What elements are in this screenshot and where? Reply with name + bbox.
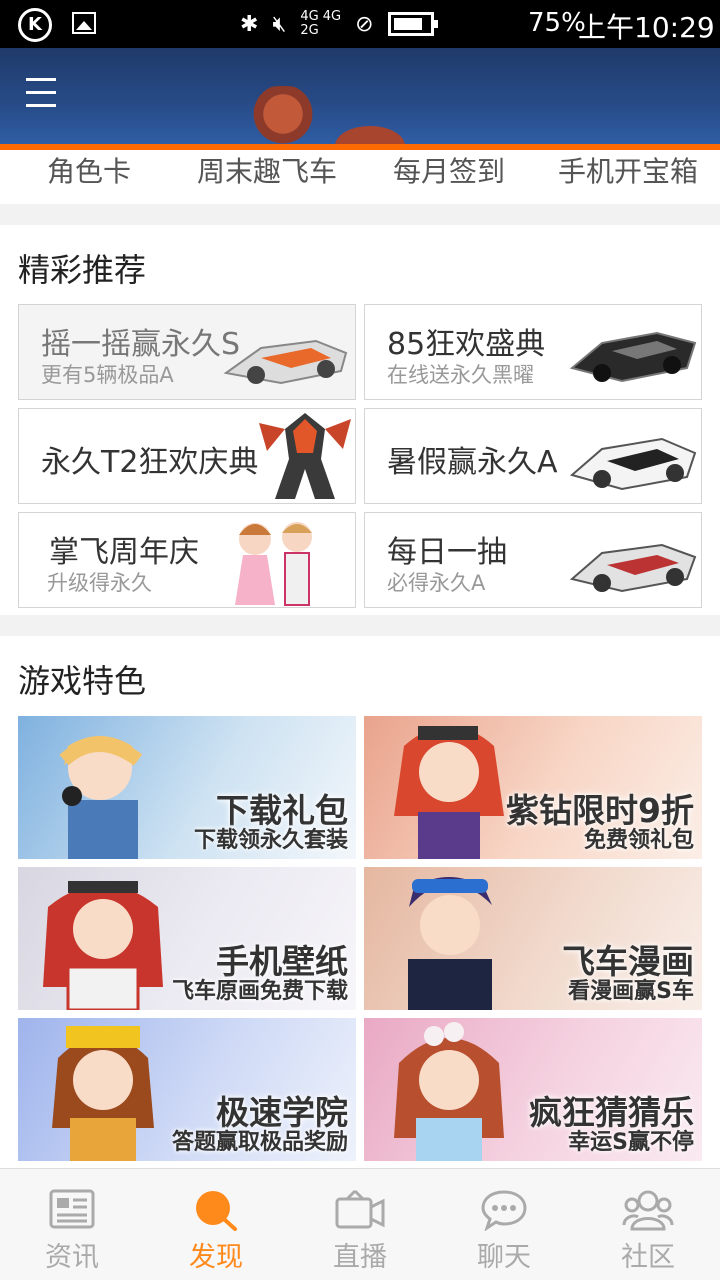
recommend-card[interactable]: 每日一抽 必得永久A	[364, 512, 702, 608]
banner-character-art-2	[335, 126, 405, 146]
mute-icon: 🔇︎	[272, 11, 287, 37]
tab-discover[interactable]: 发现	[144, 1169, 288, 1280]
tab-live[interactable]: 直播	[288, 1169, 432, 1280]
feature-card-subtitle: 飞车原画免费下载	[171, 979, 348, 1004]
battery-icon	[387, 12, 438, 36]
feature-character-art	[43, 881, 163, 1010]
quick-tabs: 角色卡 周末趣飞车 每月签到 手机开宝箱	[0, 150, 720, 204]
chat-bubble-icon	[481, 1190, 527, 1231]
recommend-card-subtitle: 必得永久A	[387, 571, 486, 595]
recommend-card[interactable]: 掌飞周年庆 升级得永久	[18, 512, 356, 608]
tab-label: 资讯	[45, 1242, 99, 1273]
live-video-icon	[335, 1189, 385, 1229]
clock: 上午10:29	[578, 11, 715, 44]
quick-tab-role-card[interactable]: 角色卡	[47, 150, 131, 190]
recommend-title: 精彩推荐	[18, 251, 147, 289]
quick-tab-weekend[interactable]: 周末趣飞车	[197, 150, 337, 190]
recommend-card-subtitle: 升级得永久	[47, 571, 152, 595]
image-notification-icon	[72, 12, 96, 34]
recommend-card-title: 暑假赢永久A	[387, 445, 558, 480]
feature-card[interactable]: 疯狂猜猜乐 幸运S赢不停	[364, 1018, 702, 1161]
features-section: 游戏特色 下载礼包 下载领永久套装 紫钻限时9折 免费领礼包 手机壁纸 飞车原画…	[0, 636, 720, 1168]
race-car-orange-icon	[223, 339, 348, 385]
mecha-robot-icon	[259, 413, 351, 499]
quick-tab-treasure[interactable]: 手机开宝箱	[558, 150, 698, 190]
recommend-card-title: 摇一摇赢永久S	[41, 327, 241, 362]
bluetooth-icon: ✱	[240, 11, 259, 37]
recommend-card-subtitle: 更有5辆极品A	[41, 363, 174, 387]
race-car-black-icon	[569, 331, 697, 383]
tab-chat[interactable]: 聊天	[432, 1169, 576, 1280]
recommend-card[interactable]: 暑假赢永久A	[364, 408, 702, 504]
recommend-card-title: 85狂欢盛典	[387, 327, 546, 362]
network-bottom: 2G	[300, 23, 319, 38]
recommend-card-title: 每日一抽	[387, 535, 507, 570]
feature-card[interactable]: 紫钻限时9折 免费领礼包	[364, 716, 702, 859]
feature-character-art	[52, 1026, 154, 1161]
bottom-navigation: 资讯 发现 直播 聊天 社区	[0, 1168, 720, 1280]
tab-label: 直播	[333, 1242, 387, 1273]
hamburger-menu-icon[interactable]	[26, 78, 56, 110]
tab-label: 社区	[621, 1242, 675, 1273]
feature-character-art	[59, 736, 143, 859]
feature-character-art	[394, 726, 504, 859]
feature-card[interactable]: 极速学院 答题赢取极品奖励	[18, 1018, 356, 1161]
recommend-card[interactable]: 85狂欢盛典 在线送永久黑曜	[364, 304, 702, 400]
recommend-card-title: 掌飞周年庆	[49, 535, 199, 570]
tab-community[interactable]: 社区	[576, 1169, 720, 1280]
recommend-card[interactable]: 永久T2狂欢庆典	[18, 408, 356, 504]
app-k-icon: K	[18, 8, 52, 42]
community-icon	[622, 1190, 674, 1231]
header-banner	[0, 48, 720, 146]
status-bar: K ✱ 🔇︎ 4G 4G 2G ⊘ 75% 上午10:29	[0, 0, 720, 48]
feature-card-subtitle: 看漫画赢S车	[568, 979, 694, 1004]
recommend-card-subtitle: 在线送永久黑曜	[387, 363, 534, 387]
feature-card[interactable]: 下载礼包 下载领永久套装	[18, 716, 356, 859]
network-top: 4G 4G	[300, 9, 342, 24]
tab-label: 发现	[189, 1242, 243, 1273]
race-car-white-icon	[569, 437, 697, 491]
tab-news[interactable]: 资讯	[0, 1169, 144, 1280]
status-icons: ✱ 🔇︎ 4G 4G 2G ⊘	[240, 6, 438, 42]
banner-character-art	[228, 86, 338, 146]
recommend-section: 精彩推荐 摇一摇赢永久S 更有5辆极品A 85狂欢盛典 在线送永久黑曜 永久T2…	[0, 225, 720, 615]
feature-card-subtitle: 幸运S赢不停	[568, 1130, 694, 1155]
feature-card-subtitle: 免费领礼包	[583, 828, 694, 853]
feature-card-subtitle: 下载领永久套装	[193, 828, 348, 853]
quick-tab-signin[interactable]: 每月签到	[393, 150, 505, 190]
recommend-card-title: 永久T2狂欢庆典	[41, 445, 259, 480]
feature-card-subtitle: 答题赢取极品奖励	[171, 1130, 348, 1155]
recommend-card[interactable]: 摇一摇赢永久S 更有5辆极品A	[18, 304, 356, 400]
tab-label: 聊天	[477, 1242, 531, 1273]
feature-card[interactable]: 飞车漫画 看漫画赢S车	[364, 867, 702, 1010]
race-car-silver-icon	[569, 543, 697, 593]
feature-character-art	[394, 1022, 504, 1161]
feature-card[interactable]: 手机壁纸 飞车原画免费下载	[18, 867, 356, 1010]
discover-icon	[196, 1191, 237, 1231]
news-icon	[49, 1189, 95, 1229]
no-signal-icon: ⊘	[355, 11, 374, 37]
feature-character-art	[408, 877, 492, 1010]
chibi-couple-icon	[235, 522, 312, 606]
features-title: 游戏特色	[18, 662, 147, 700]
